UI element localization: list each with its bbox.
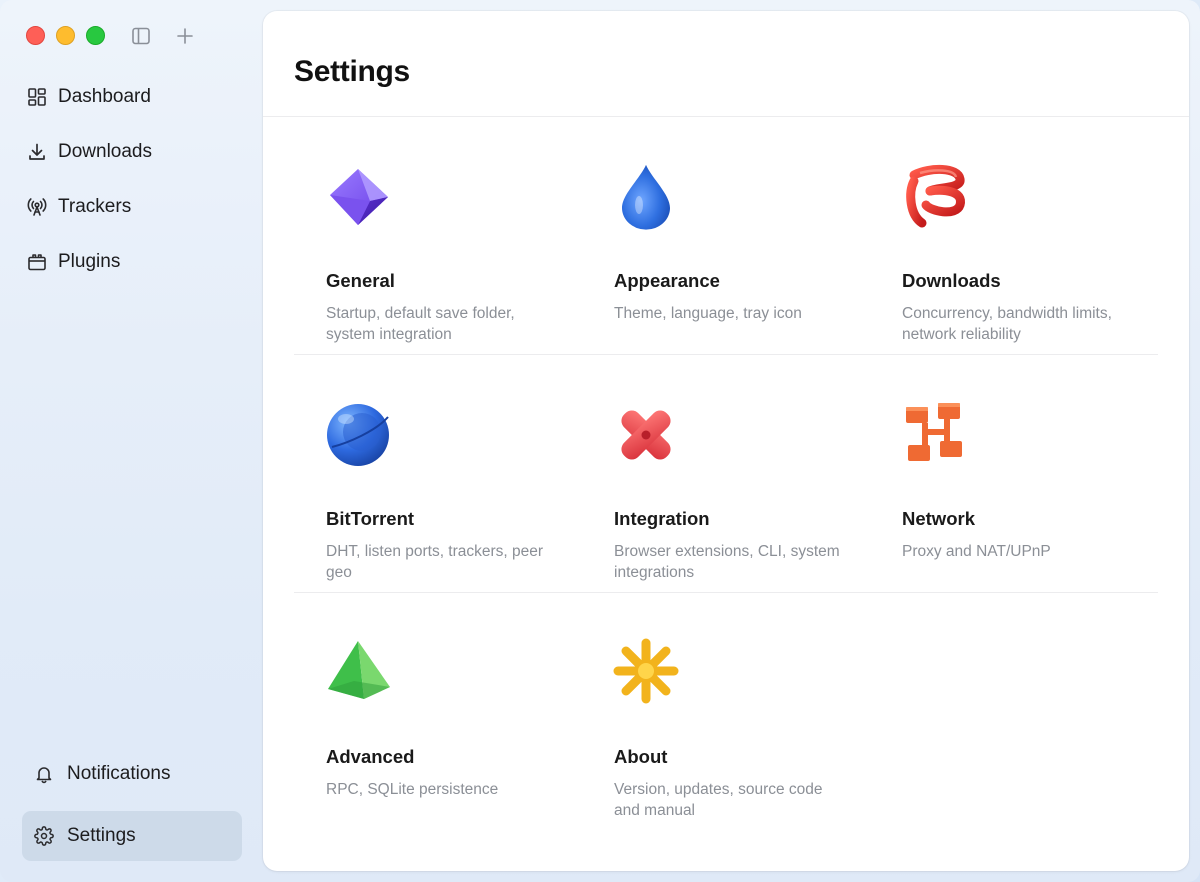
sidebar-nav: Dashboard Downloads Trackers Plugins: [18, 74, 244, 294]
sidebar-item-trackers[interactable]: Trackers: [18, 184, 244, 230]
gear-icon: [33, 825, 55, 847]
card-description: Concurrency, bandwidth limits, network r…: [902, 305, 1112, 343]
settings-card-network[interactable]: Network Proxy and NAT/UPnP: [870, 355, 1158, 592]
settings-card-integration[interactable]: Integration Browser extensions, CLI, sys…: [582, 355, 870, 592]
sidebar-toggle-icon[interactable]: [129, 24, 153, 48]
sidebar-item-label: Settings: [67, 825, 136, 846]
settings-grid: General Startup, default save folder, sy…: [294, 117, 1158, 831]
sidebar-item-settings[interactable]: Settings: [22, 811, 242, 861]
settings-card-downloads[interactable]: Downloads Concurrency, bandwidth limits,…: [870, 117, 1158, 354]
sidebar-item-label: Downloads: [58, 141, 152, 162]
card-description: DHT, listen ports, trackers, peer geo: [326, 543, 544, 581]
sidebar-item-label: Dashboard: [58, 86, 151, 107]
panel-header: Settings: [263, 11, 1189, 117]
card-description: Browser extensions, CLI, system integrat…: [614, 543, 840, 581]
sidebar-bottom-nav: Notifications Settings: [22, 749, 242, 873]
yellow-star-icon: [612, 637, 684, 709]
download-icon: [26, 141, 48, 163]
card-title: Advanced: [326, 746, 415, 767]
card-title: Integration: [614, 508, 710, 529]
blue-sphere-icon: [324, 399, 396, 471]
sidebar-item-downloads[interactable]: Downloads: [18, 129, 244, 175]
orange-network-icon: [900, 399, 972, 471]
close-window-button[interactable]: [26, 26, 45, 45]
card-title: BitTorrent: [326, 508, 415, 529]
card-description: Version, updates, source code and manual: [614, 781, 823, 819]
green-pyramid-icon: [324, 637, 396, 709]
settings-card-about[interactable]: About Version, updates, source code and …: [582, 593, 870, 831]
card-description: Startup, default save folder, system int…: [326, 305, 515, 343]
sidebar-item-plugins[interactable]: Plugins: [18, 239, 244, 285]
dashboard-grid-icon: [26, 86, 48, 108]
traffic-lights: [26, 26, 105, 45]
blue-drop-icon: [612, 161, 684, 233]
plus-icon[interactable]: [173, 24, 197, 48]
app-window: Dashboard Downloads Trackers Plugins Not…: [0, 0, 1200, 882]
settings-panel: Settings General Startup, default save f…: [263, 11, 1189, 871]
antenna-icon: [26, 196, 48, 218]
settings-row: General Startup, default save folder, sy…: [294, 117, 1158, 355]
card-description: RPC, SQLite persistence: [326, 781, 499, 798]
sidebar-item-dashboard[interactable]: Dashboard: [18, 74, 244, 120]
settings-card-advanced[interactable]: Advanced RPC, SQLite persistence: [294, 593, 582, 831]
card-description: Proxy and NAT/UPnP: [902, 543, 1051, 560]
card-title: About: [614, 746, 668, 767]
minimize-window-button[interactable]: [56, 26, 75, 45]
settings-card-bittorrent[interactable]: BitTorrent DHT, listen ports, trackers, …: [294, 355, 582, 592]
bell-icon: [33, 763, 55, 785]
plugin-box-icon: [26, 251, 48, 273]
sidebar-item-label: Notifications: [67, 763, 171, 784]
settings-card-general[interactable]: General Startup, default save folder, sy…: [294, 117, 582, 354]
sidebar-item-label: Trackers: [58, 196, 132, 217]
settings-row: BitTorrent DHT, listen ports, trackers, …: [294, 355, 1158, 593]
settings-card-appearance[interactable]: Appearance Theme, language, tray icon: [582, 117, 870, 354]
card-description: Theme, language, tray icon: [614, 305, 802, 322]
card-title: Downloads: [902, 270, 1001, 291]
sidebar-item-label: Plugins: [58, 251, 121, 272]
red-spiral-icon: [900, 161, 972, 233]
settings-row: Advanced RPC, SQLite persistence About V…: [294, 593, 1158, 831]
red-cross-icon: [612, 399, 684, 471]
page-title: Settings: [294, 55, 410, 88]
purple-octahedron-icon: [324, 161, 396, 233]
sidebar-item-notifications[interactable]: Notifications: [22, 749, 242, 799]
maximize-window-button[interactable]: [86, 26, 105, 45]
card-title: General: [326, 270, 395, 291]
card-title: Appearance: [614, 270, 720, 291]
card-title: Network: [902, 508, 975, 529]
